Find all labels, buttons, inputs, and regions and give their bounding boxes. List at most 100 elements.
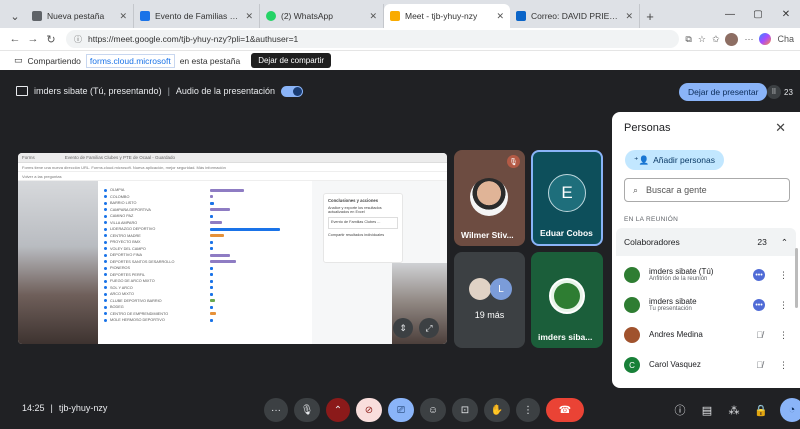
- stop-sharing-button[interactable]: Dejar de compartir: [251, 53, 331, 68]
- bullet-icon: [104, 312, 107, 316]
- meet-stage: imders sibate (Tú, presentando) | Audio …: [0, 70, 800, 429]
- tab-whatsapp[interactable]: (2) WhatsApp ✕: [260, 4, 384, 28]
- presentation-audio-toggle[interactable]: [280, 85, 303, 97]
- stop-presenting-button[interactable]: Dejar de presentar: [679, 83, 768, 101]
- tab-close-icon[interactable]: ✕: [369, 11, 377, 22]
- activities-icon[interactable]: ⁂: [726, 398, 742, 422]
- result-bar: [210, 260, 236, 264]
- search-people-input[interactable]: ⌕ Buscar a gente: [624, 178, 790, 202]
- bullet-icon: [104, 214, 107, 218]
- favorite-star-icon[interactable]: ☆: [698, 34, 706, 45]
- participant-avatar: [624, 267, 640, 283]
- raise-hand-icon[interactable]: ✋: [484, 398, 510, 422]
- tab-close-icon[interactable]: ✕: [625, 11, 633, 22]
- bullet-icon: [104, 221, 107, 225]
- kebab-menu-icon[interactable]: ⋮: [779, 330, 788, 341]
- participant-avatar: C: [624, 357, 640, 373]
- add-person-icon: ⁺👤: [634, 154, 650, 165]
- tab-favicon-icon: [140, 11, 150, 21]
- outlook-icon: [516, 11, 526, 21]
- tab-menu-icon[interactable]: ⌄: [4, 4, 26, 28]
- mic-off-icon: 🎙: [507, 155, 520, 168]
- reload-icon[interactable]: ↻: [42, 33, 60, 46]
- excel-item: Evento de Familias Clubes ...: [328, 217, 398, 229]
- meeting-code: tjb-yhuy-nzy: [58, 403, 108, 413]
- more-dots-icon[interactable]: •••: [753, 299, 765, 311]
- back-icon[interactable]: ←: [6, 33, 24, 45]
- tab-meet[interactable]: Meet - tjb-yhuy-nzy ✕: [384, 4, 510, 28]
- participant-tile-eduar[interactable]: E Eduar Cobos: [531, 150, 603, 246]
- tab-new-tab[interactable]: Nueva pestaña ✕: [26, 4, 134, 28]
- result-bar: [210, 195, 213, 199]
- url-field[interactable]: ⓘ https://meet.google.com/tjb-yhuy-nzy?p…: [66, 30, 680, 48]
- forms-conclusions-card: Conclusiones y acciones Analice y export…: [323, 193, 403, 263]
- tab-close-icon[interactable]: ✕: [496, 11, 504, 22]
- end-call-icon[interactable]: ☎: [546, 398, 584, 422]
- favorites-icon[interactable]: ✩: [712, 34, 720, 45]
- kebab-menu-icon[interactable]: ⋮: [779, 360, 788, 371]
- emoji-icon[interactable]: ☺: [420, 398, 446, 422]
- chevron-up-icon[interactable]: ⌃: [781, 237, 788, 248]
- camera-permission-icon[interactable]: ⧉: [685, 34, 691, 45]
- bullet-icon: [104, 292, 107, 296]
- tab-close-icon[interactable]: ✕: [119, 11, 127, 22]
- maximize-icon[interactable]: ▢: [744, 9, 772, 20]
- more-options-icon[interactable]: ⋮: [516, 398, 540, 422]
- tab-close-icon[interactable]: ✕: [245, 11, 253, 22]
- mic-off-icon[interactable]: 🎙̸: [756, 360, 763, 370]
- video-options-icon[interactable]: ⌃: [326, 398, 350, 422]
- list-item[interactable]: imders sibate Tu presentación ••• ⋮: [616, 290, 796, 320]
- call-controls: ··· 🎙 ⌃ ⊘ ⎚ ☺ ⊡ ✋ ⋮ ☎: [264, 398, 584, 422]
- address-bar: ← → ↻ ⓘ https://meet.google.com/tjb-yhuy…: [0, 28, 800, 50]
- list-item[interactable]: Andres Medina 🎙̸ ⋮: [616, 320, 796, 350]
- camera-off-icon[interactable]: ⊘: [356, 398, 382, 422]
- bullet-icon: [104, 201, 107, 205]
- captions-icon[interactable]: ⊡: [452, 398, 478, 422]
- bullet-icon: [104, 227, 107, 231]
- close-icon[interactable]: ✕: [775, 120, 786, 136]
- site-info-icon[interactable]: ⓘ: [74, 34, 82, 45]
- participant-photo: [470, 178, 508, 216]
- new-tab-button[interactable]: +: [640, 4, 660, 28]
- more-participants-tile[interactable]: L 19 más: [454, 252, 525, 348]
- search-icon: ⌕: [633, 184, 639, 195]
- participant-tile-imders[interactable]: imders siba...: [531, 252, 603, 348]
- close-window-icon[interactable]: ✕: [772, 9, 800, 20]
- tab-outlook[interactable]: Correo: DAVID PRIETO - Outlook ✕: [510, 4, 640, 28]
- copilot-icon[interactable]: [759, 33, 772, 45]
- chat-icon[interactable]: ▤: [699, 398, 715, 422]
- screen-info-line: Forms tiene una nueva dirección URL. For…: [18, 163, 447, 172]
- share-suffix: en esta pestaña: [179, 55, 241, 66]
- present-now-icon[interactable]: ⎚: [388, 398, 414, 422]
- fullscreen-icon[interactable]: ⤢: [419, 318, 439, 338]
- mic-off-icon[interactable]: 🎙̸: [756, 330, 763, 340]
- microphone-icon[interactable]: 🎙: [294, 398, 320, 422]
- toolbar-right: ⧉ ☆ ✩ ··· Cha: [685, 32, 794, 46]
- kebab-menu-icon[interactable]: ⋮: [779, 300, 788, 311]
- bullet-icon: [104, 234, 107, 238]
- more-dots-icon[interactable]: •••: [753, 269, 765, 281]
- bullet-icon: [104, 188, 107, 192]
- participant-tile-wilmer[interactable]: 🎙 Wilmer Stiv...: [454, 150, 525, 246]
- tab-forms-event[interactable]: Evento de Familias Clubes y F ✕: [134, 4, 260, 28]
- participant-count: 23: [784, 87, 793, 97]
- host-controls-icon[interactable]: 🔒: [753, 398, 769, 422]
- forward-icon[interactable]: →: [24, 33, 42, 45]
- list-item[interactable]: imders sibate (Tú) Anfitrión de la reunió…: [616, 260, 796, 290]
- participants-indicator[interactable]: ⠿ 23: [767, 83, 793, 101]
- kebab-menu-icon[interactable]: ⋮: [779, 270, 788, 281]
- pin-icon[interactable]: ⇕: [393, 318, 413, 338]
- panel-scrollbar[interactable]: [795, 248, 798, 308]
- people-icon[interactable]: ◔: [780, 398, 800, 422]
- meeting-clock: 14:25 | tjb-yhuy-nzy: [22, 403, 108, 413]
- audio-options-icon[interactable]: ···: [264, 398, 288, 422]
- profile-avatar[interactable]: [725, 32, 739, 46]
- minimize-icon[interactable]: —: [716, 9, 744, 20]
- meeting-info-icon[interactable]: ⓘ: [672, 398, 688, 422]
- more-options-icon[interactable]: ···: [744, 34, 753, 44]
- bullet-icon: [104, 253, 107, 257]
- add-people-button[interactable]: ⁺👤 Añadir personas: [625, 150, 724, 170]
- collaborators-group[interactable]: Colaboradores 23 ⌃: [616, 228, 796, 256]
- list-item[interactable]: C Carol Vasquez 🎙̸ ⋮: [616, 350, 796, 380]
- result-bar: [210, 247, 213, 251]
